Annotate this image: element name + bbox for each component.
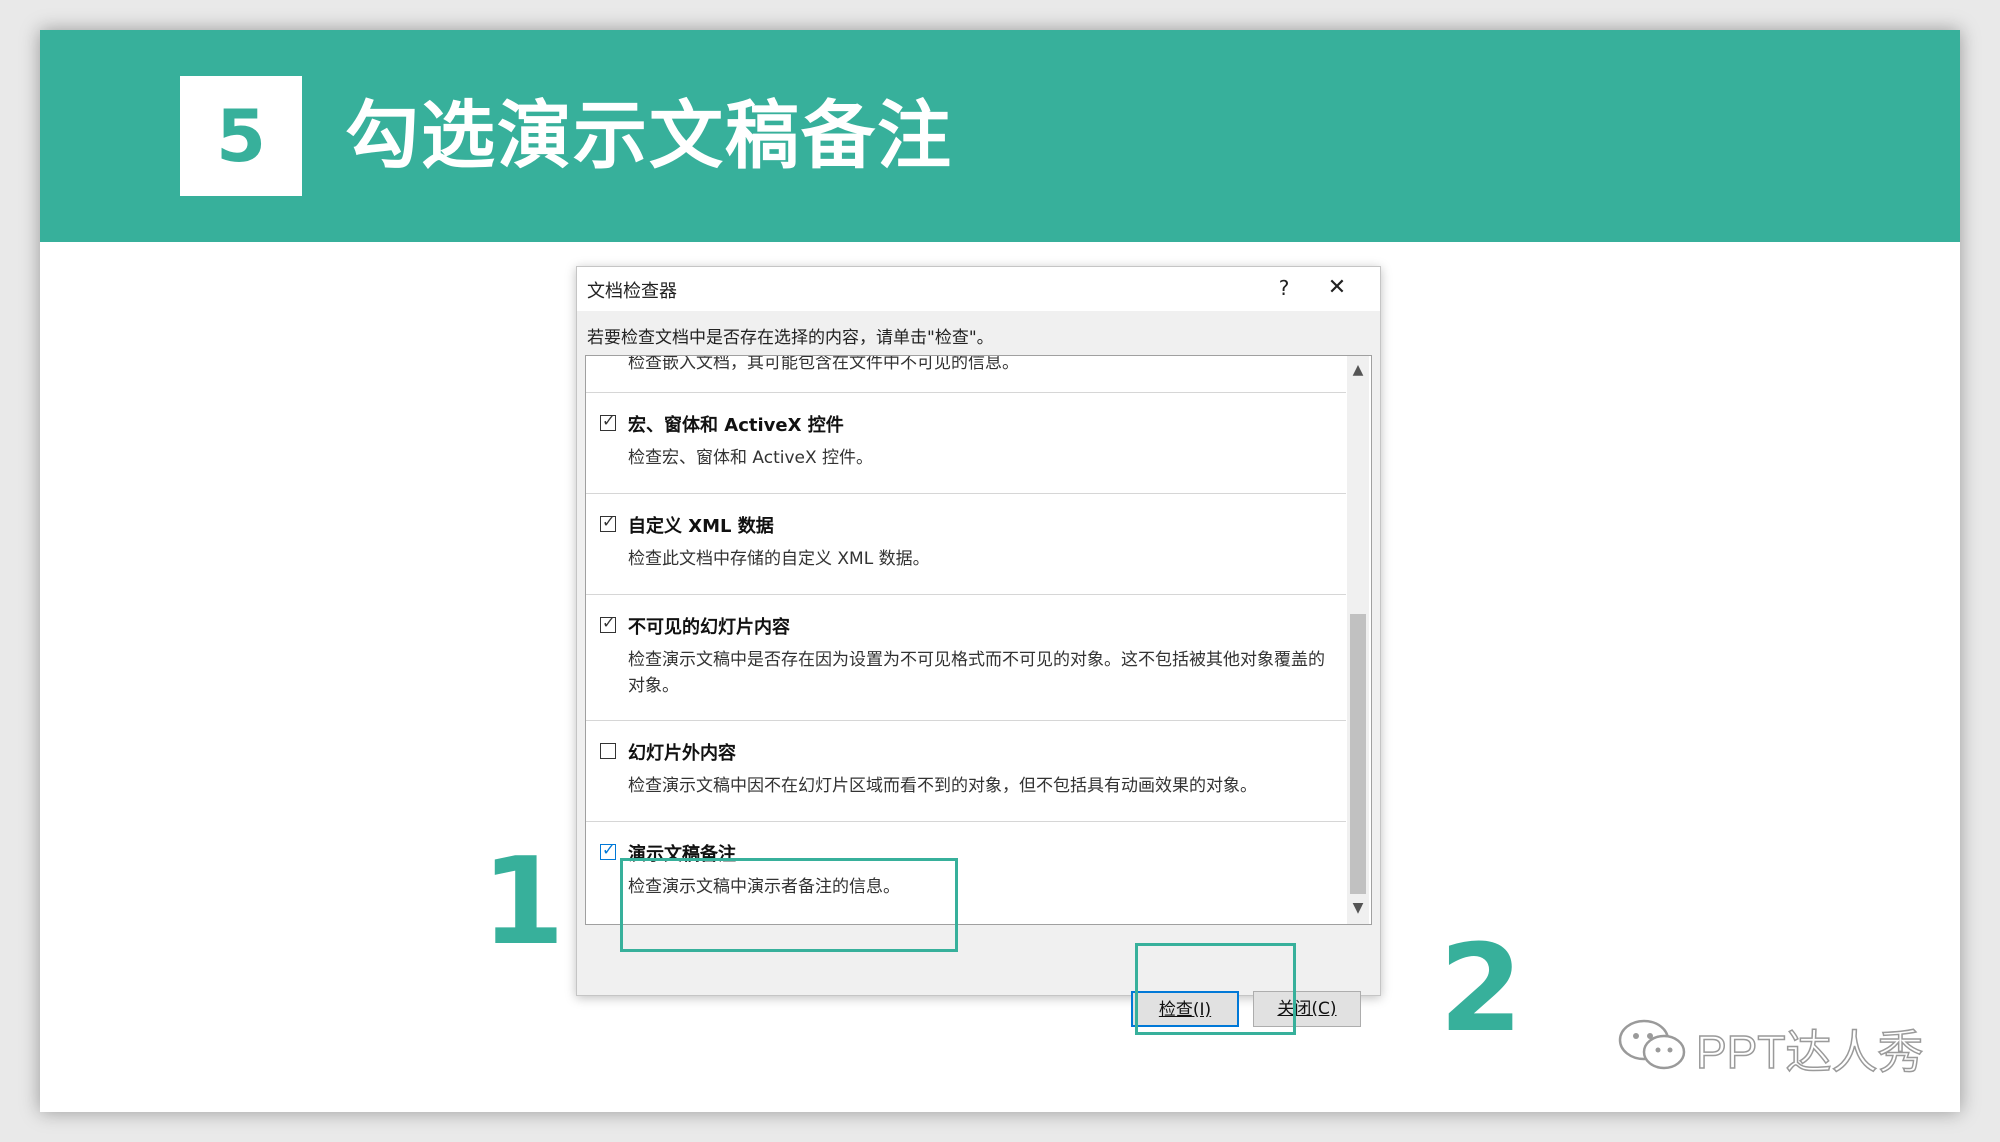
item-description: 检查此文档中存储的自定义 XML 数据。 xyxy=(628,549,930,569)
off-slide-content-checkbox[interactable] xyxy=(600,743,616,759)
item-description: 检查宏、窗体和 ActiveX 控件。 xyxy=(628,448,874,468)
list-item: ✓ 宏、窗体和 ActiveX 控件 检查宏、窗体和 ActiveX 控件。 xyxy=(586,393,1346,494)
dialog-title: 文档检查器 xyxy=(587,281,677,302)
list-item: 幻灯片外内容 检查演示文稿中因不在幻灯片区域而看不到的对象，但不包括具有动画效果… xyxy=(586,721,1346,822)
scroll-thumb[interactable] xyxy=(1350,614,1366,894)
highlight-box-inspect xyxy=(1135,943,1296,1035)
help-button[interactable]: ? xyxy=(1269,273,1299,303)
item-title: 宏、窗体和 ActiveX 控件 xyxy=(628,415,844,436)
watermark-text: PPT达人秀 xyxy=(1695,1025,1924,1079)
invisible-content-checkbox[interactable]: ✓ xyxy=(600,613,616,633)
dialog-instruction: 若要检查文档中是否存在选择的内容，请单击"检查"。 xyxy=(587,328,994,348)
partial-item-description: 检查嵌入文档，其可能包含在文件中不可见的信息。 xyxy=(628,355,1019,373)
dialog-titlebar: 文档检查器 ? ✕ xyxy=(577,267,1380,311)
wechat-icon xyxy=(1618,1019,1686,1070)
close-icon[interactable]: ✕ xyxy=(1319,273,1355,303)
list-item: ✓ 自定义 XML 数据 检查此文档中存储的自定义 XML 数据。 xyxy=(586,494,1346,595)
header-banner: 5 勾选演示文稿备注 xyxy=(40,30,1960,242)
step-annotation-1: 1 xyxy=(481,833,565,972)
chevron-down-icon[interactable]: ▼ xyxy=(1347,898,1369,918)
macros-checkbox[interactable]: ✓ xyxy=(600,411,616,431)
checkmark-icon: ✓ xyxy=(602,411,616,430)
item-title: 幻灯片外内容 xyxy=(628,743,736,764)
inspection-list: 检查嵌入文档，其可能包含在文件中不可见的信息。 ✓ 宏、窗体和 ActiveX … xyxy=(585,355,1372,925)
highlight-box-notes xyxy=(620,858,958,952)
checkmark-icon: ✓ xyxy=(602,840,616,859)
checkmark-icon: ✓ xyxy=(602,613,616,632)
checkmark-icon: ✓ xyxy=(602,512,616,531)
page-title: 勾选演示文稿备注 xyxy=(345,93,953,179)
scrollbar[interactable]: ▲ ▼ xyxy=(1347,356,1369,924)
list-item-partial: 检查嵌入文档，其可能包含在文件中不可见的信息。 xyxy=(586,356,1346,393)
chevron-up-icon[interactable]: ▲ xyxy=(1347,360,1369,380)
custom-xml-checkbox[interactable]: ✓ xyxy=(600,512,616,532)
item-title: 自定义 XML 数据 xyxy=(628,516,774,537)
step-number-badge: 5 xyxy=(180,76,302,196)
item-description: 检查演示文稿中是否存在因为设置为不可见格式而不可见的对象。这不包括被其他对象覆盖… xyxy=(628,650,1325,696)
item-description: 检查演示文稿中因不在幻灯片区域而看不到的对象，但不包括具有动画效果的对象。 xyxy=(628,776,1257,796)
step-annotation-2: 2 xyxy=(1439,920,1523,1059)
item-title: 不可见的幻灯片内容 xyxy=(628,617,790,638)
list-item: ✓ 不可见的幻灯片内容 检查演示文稿中是否存在因为设置为不可见格式而不可见的对象… xyxy=(586,595,1346,721)
watermark: PPT达人秀 xyxy=(1614,1014,1924,1079)
presentation-notes-checkbox[interactable]: ✓ xyxy=(600,840,616,860)
